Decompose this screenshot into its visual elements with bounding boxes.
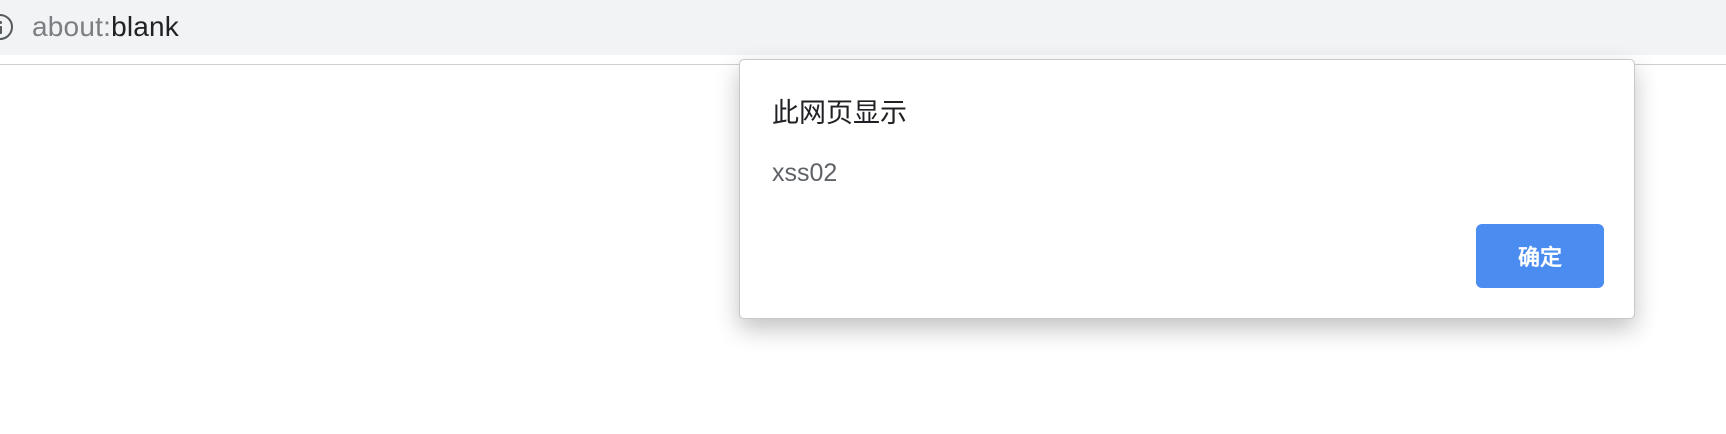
ok-button[interactable]: 确定 — [1476, 224, 1604, 288]
address-url[interactable]: about:blank — [32, 10, 179, 44]
alert-dialog: 此网页显示 xss02 确定 — [739, 59, 1635, 319]
url-rest: blank — [111, 11, 179, 42]
dialog-title: 此网页显示 — [772, 98, 907, 129]
url-scheme: about: — [32, 11, 112, 42]
info-icon[interactable] — [0, 14, 13, 40]
address-bar[interactable]: about:blank — [0, 0, 1726, 55]
browser-window: about:blank 此网页显示 xss02 确定 — [0, 0, 1726, 434]
dialog-message: xss02 — [772, 159, 838, 187]
